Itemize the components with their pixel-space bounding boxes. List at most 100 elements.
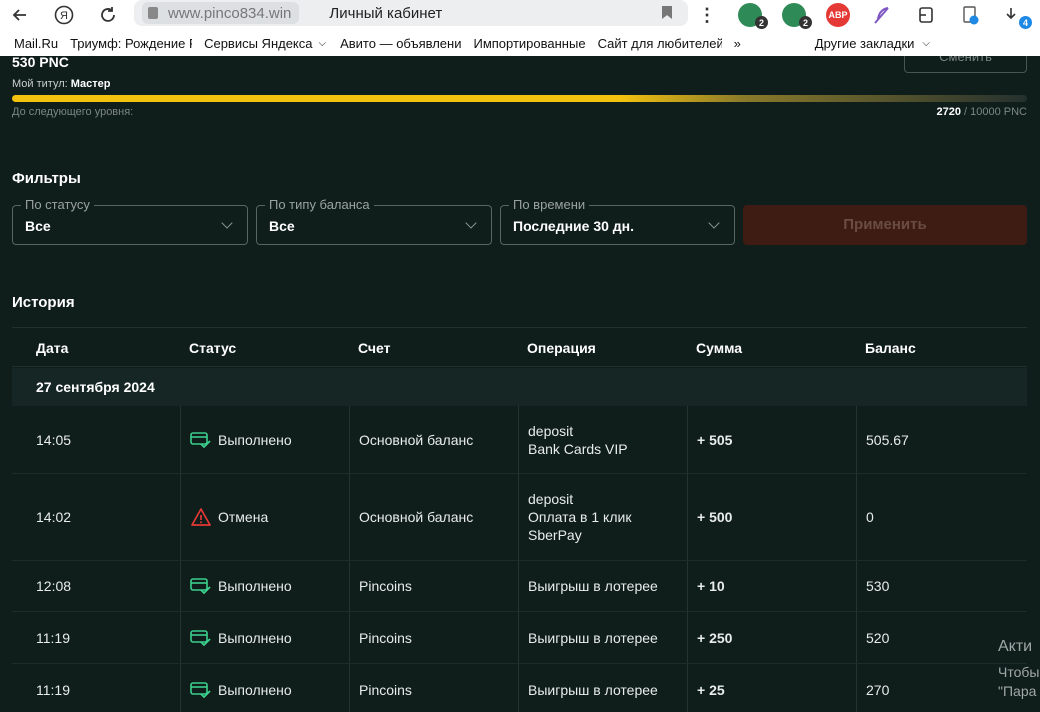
lock-icon	[148, 7, 158, 19]
bookmarks-bar: Mail.Ru Триумф: Рождение Р Сервисы Яндек…	[0, 30, 1040, 56]
change-title-button[interactable]: Сменить	[904, 56, 1027, 73]
operation-line: SberPay	[528, 527, 582, 543]
chevron-down-icon[interactable]: ⌵	[922, 38, 930, 49]
activation-watermark-line-1: Акти	[998, 638, 1033, 655]
url-host-chip[interactable]: www.pinco834.win	[142, 2, 300, 24]
row-operation: deposit Bank Cards VIP	[528, 422, 628, 458]
history-table-header: Дата Статус Счет Операция Сумма Баланс	[12, 327, 1027, 367]
row-amount: + 250	[697, 629, 733, 646]
progress-total: / 10000 PNC	[964, 106, 1027, 118]
cell-amount: + 25	[687, 664, 725, 712]
operation-line: Оплата в 1 клик	[528, 509, 632, 525]
row-status: Выполнено	[218, 431, 292, 448]
filters-title: Фильтры	[12, 170, 81, 187]
bookmark-item-yandex-services[interactable]: Сервисы Яндекса	[204, 36, 312, 51]
column-status: Статус	[189, 340, 237, 356]
operation-line: deposit	[528, 491, 574, 507]
balance-type-filter-select[interactable]: По типу баланса Все	[256, 197, 492, 245]
cell-account: Основной баланс	[349, 406, 473, 473]
bookmark-item-avito[interactable]: Авито — объявлени	[340, 36, 461, 51]
cell-account: Pincoins	[349, 561, 412, 611]
yandex-logo-icon[interactable]: Я	[48, 0, 80, 30]
cell-account: Pincoins	[349, 612, 412, 663]
more-menu-icon[interactable]: ⋮	[698, 0, 716, 30]
cell-operation: Выигрыш в лотерее	[518, 612, 658, 663]
row-amount: + 505	[697, 431, 733, 448]
browser-toolbar: Я www.pinco834.win Личный кабинет ⋮ 2 2 …	[0, 0, 1040, 30]
table-row[interactable]: 11:19 Выполнено Pincoins Выигрыш в лотерее +…	[12, 664, 1027, 712]
cell-operation: Выигрыш в лотерее	[518, 664, 658, 712]
svg-text:Я: Я	[60, 10, 68, 22]
bookmark-item-fans-site[interactable]: Сайт для любителей	[598, 36, 722, 51]
row-time: 14:02	[36, 509, 72, 525]
address-bar[interactable]: www.pinco834.win Личный кабинет	[134, 0, 688, 26]
download-icon[interactable]: 4	[1002, 3, 1032, 29]
column-balance: Баланс	[865, 340, 916, 356]
row-amount: + 500	[697, 509, 733, 525]
cell-date: 12:08	[36, 561, 71, 611]
level-progress-bar	[12, 95, 1027, 102]
reload-icon[interactable]	[92, 0, 124, 30]
title-line: Мой титул: Мастер	[12, 78, 111, 90]
cell-status: Выполнено	[180, 664, 292, 712]
bookmark-item-imported[interactable]: Импортированные	[473, 36, 585, 51]
row-time: 11:19	[36, 681, 70, 698]
table-row[interactable]: 12:08 Выполнено Pincoins Выигрыш в лотерее +…	[12, 561, 1027, 612]
table-row[interactable]: 14:02 Отмена Основной баланс deposit Оплата …	[12, 474, 1027, 561]
shield-extension-2-icon[interactable]: 2	[782, 3, 812, 29]
row-operation: Выигрыш в лотерее	[528, 629, 658, 647]
row-balance: 0	[866, 509, 874, 525]
column-date: Дата	[36, 340, 69, 356]
group-date: 27 сентября 2024	[36, 379, 155, 395]
cell-status: Выполнено	[180, 612, 292, 663]
table-row[interactable]: 11:19 Выполнено Pincoins Выигрыш в лотерее +…	[12, 612, 1027, 664]
row-time: 14:05	[36, 431, 72, 448]
account-page: 530 PNC Сменить Мой титул: Мастер До сле…	[0, 56, 1040, 712]
row-account: Pincoins	[359, 681, 412, 698]
apply-filters-button[interactable]: Применить	[743, 205, 1027, 245]
cell-account: Основной баланс	[349, 474, 473, 560]
doc-check-icon[interactable]	[958, 3, 982, 27]
row-balance: 530	[866, 578, 890, 594]
column-operation: Операция	[527, 340, 596, 356]
puzzle-icon[interactable]	[914, 3, 938, 27]
column-amount: Сумма	[696, 340, 743, 356]
row-balance: 520	[866, 629, 890, 646]
cell-status: Выполнено	[180, 561, 292, 611]
adblock-icon[interactable]: ABP	[826, 3, 850, 27]
table-row[interactable]: 14:05 Выполнено Основной баланс deposit Bank…	[12, 406, 1027, 474]
feather-icon[interactable]	[870, 3, 894, 27]
date-group-header: 27 сентября 2024	[12, 368, 1027, 406]
more-bookmarks-button[interactable]: »	[734, 36, 741, 51]
level-progress-fill	[12, 95, 1027, 102]
warning-triangle-icon	[190, 508, 212, 526]
bookmark-icon[interactable]	[662, 6, 672, 19]
bookmark-item-triumph[interactable]: Триумф: Рождение Р	[70, 36, 192, 51]
balance-type-filter-value: Все	[269, 218, 295, 234]
arrow-left-icon[interactable]	[4, 0, 36, 30]
time-filter-select[interactable]: По времени Последние 30 дн.	[500, 197, 735, 245]
operation-line: Выигрыш в лотерее	[528, 681, 658, 698]
title-label: Мой титул:	[12, 78, 68, 90]
balance-type-filter-legend: По типу баланса	[265, 197, 374, 212]
url-host: www.pinco834.win	[168, 4, 292, 22]
row-account: Pincoins	[359, 629, 412, 646]
bookmark-item-mailru[interactable]: Mail.Ru	[14, 36, 58, 51]
operation-line: Выигрыш в лотерее	[528, 629, 658, 646]
other-bookmarks[interactable]: Другие закладки	[815, 36, 915, 51]
shield-extension-icon[interactable]: 2	[738, 3, 768, 29]
cell-operation: deposit Bank Cards VIP	[518, 406, 628, 473]
chevron-down-icon	[708, 217, 720, 229]
status-filter-select[interactable]: По статусу Все	[12, 197, 248, 245]
cell-status: Отмена	[180, 474, 268, 560]
cell-operation: deposit Оплата в 1 клик SberPay	[518, 474, 631, 560]
row-status: Выполнено	[218, 629, 292, 646]
cell-balance: 505.67	[856, 406, 909, 473]
activation-watermark-line-3: "Пара	[998, 683, 1037, 699]
chevron-down-icon[interactable]: ⌵	[319, 38, 327, 49]
row-operation: Выигрыш в лотерее	[528, 577, 658, 595]
operation-line: deposit	[528, 422, 574, 439]
row-time: 12:08	[36, 578, 72, 594]
column-account: Счет	[358, 340, 391, 356]
row-account: Основной баланс	[359, 431, 474, 448]
